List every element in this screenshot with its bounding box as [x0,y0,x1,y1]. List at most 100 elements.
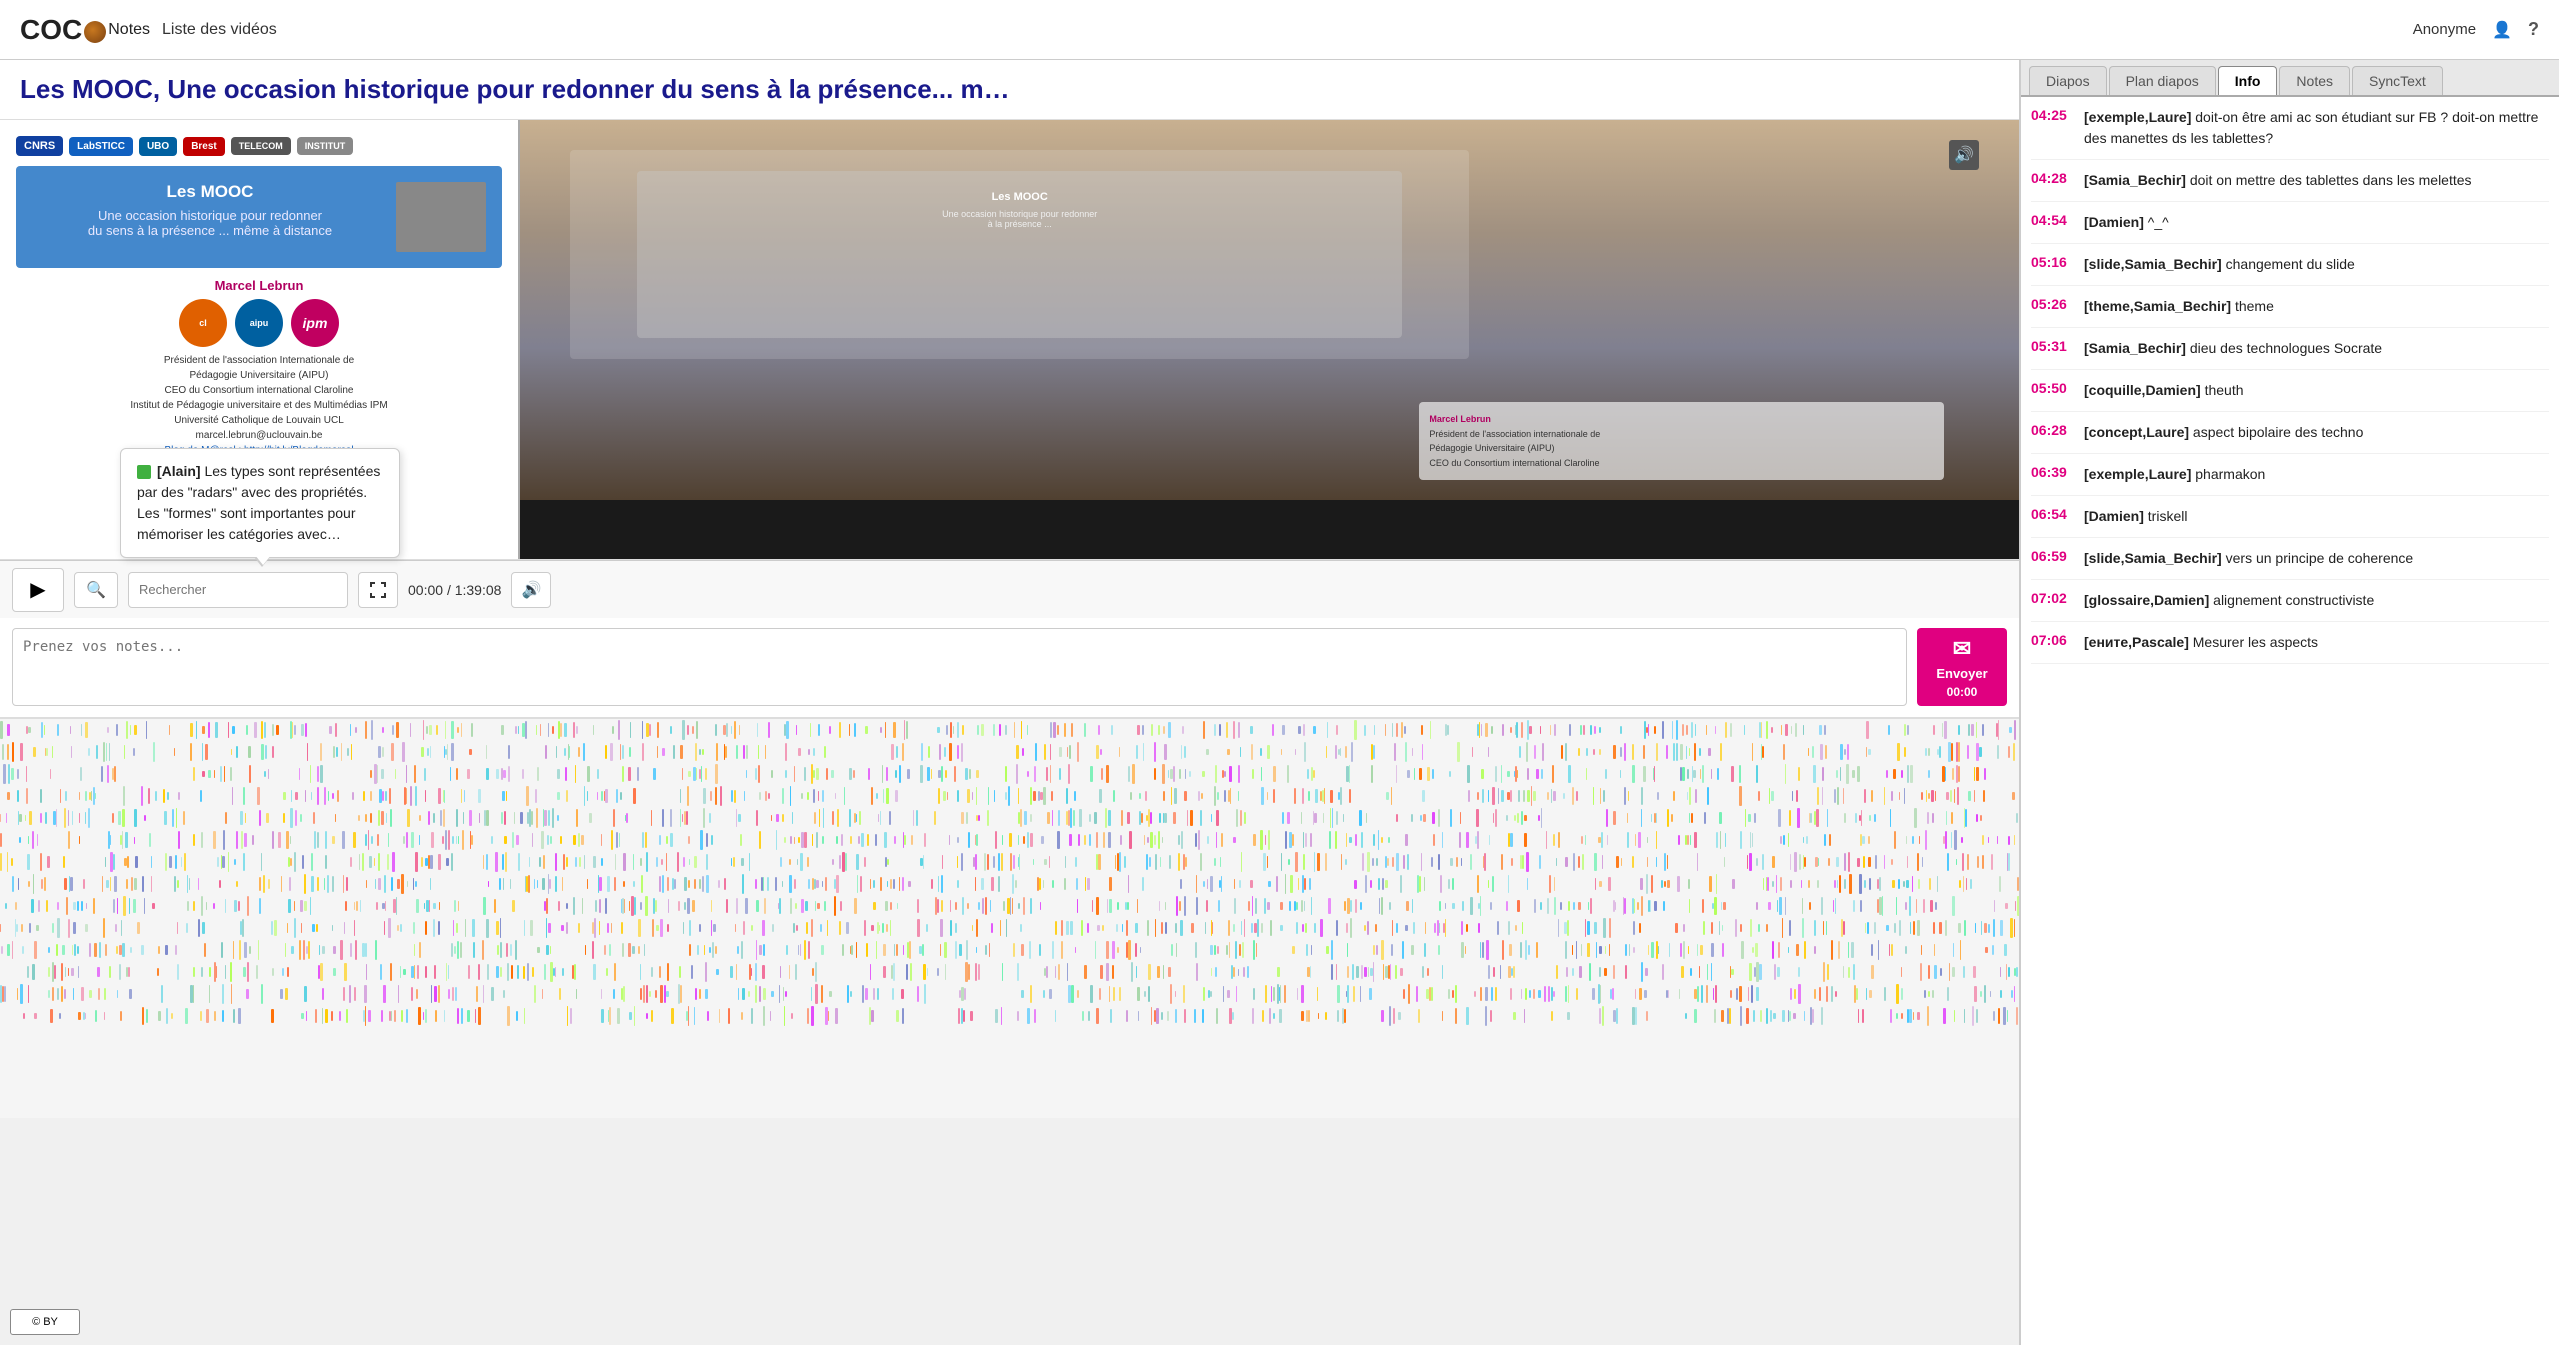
comment-time[interactable]: 05:16 [2031,254,2076,270]
timeline-tick[interactable] [510,944,512,956]
timeline-tick[interactable] [7,852,8,871]
timeline-tick[interactable] [573,897,576,915]
timeline-tick[interactable] [1096,832,1098,849]
timeline-tick[interactable] [1985,947,1988,954]
timeline-tick[interactable] [856,854,859,871]
timeline-tick[interactable] [1954,789,1955,802]
timeline-tick[interactable] [1407,770,1410,778]
timeline-tick[interactable] [1762,746,1764,757]
timeline-tick[interactable] [1029,941,1032,960]
timeline-tick[interactable] [79,792,80,800]
timeline-tick[interactable] [385,901,386,912]
timeline-tick[interactable] [382,791,385,801]
timeline-tick[interactable] [798,748,801,757]
timeline-tick[interactable] [1340,787,1343,805]
timeline-tick[interactable] [941,900,943,913]
timeline-tick[interactable] [865,726,868,734]
timeline-tick[interactable] [1904,788,1905,804]
timeline-tick[interactable] [125,832,128,847]
timeline-tick[interactable] [272,724,275,736]
timeline-tick[interactable] [106,880,109,889]
timeline-tick[interactable] [1527,790,1530,801]
timeline-tick[interactable] [1868,749,1871,756]
timeline-tick[interactable] [1247,966,1248,978]
timeline-tick[interactable] [1797,808,1800,828]
timeline-tick[interactable] [1688,946,1689,954]
timeline-tick[interactable] [175,945,177,956]
comment-time[interactable]: 06:39 [2031,464,2076,480]
timeline-tick[interactable] [340,940,343,960]
timeline-tick[interactable] [1752,833,1753,848]
timeline-tick[interactable] [578,923,580,932]
timeline-tick[interactable] [174,876,177,893]
timeline-tick[interactable] [1686,725,1687,735]
timeline-tick[interactable] [1624,898,1626,915]
timeline-tick[interactable] [1890,1009,1891,1023]
timeline-tick[interactable] [578,833,581,847]
timeline-tick[interactable] [1928,793,1930,799]
timeline-tick[interactable] [70,877,73,891]
timeline-tick[interactable] [813,789,815,804]
timeline-tick[interactable] [417,965,418,979]
timeline-tick[interactable] [1586,748,1588,755]
timeline-tick[interactable] [461,789,462,803]
timeline-tick[interactable] [116,724,118,736]
timeline-tick[interactable] [1901,770,1902,779]
timeline-tick[interactable] [246,989,249,998]
timeline-tick[interactable] [895,770,898,778]
timeline-tick[interactable] [41,722,44,737]
timeline-tick[interactable] [1646,874,1649,894]
timeline-tick[interactable] [1376,945,1379,955]
timeline-tick[interactable] [765,791,766,802]
timeline-tick[interactable] [1092,900,1094,912]
timeline-tick[interactable] [1214,858,1216,866]
timeline-tick[interactable] [1837,880,1838,889]
timeline-tick[interactable] [1150,832,1153,848]
timeline-tick[interactable] [742,874,744,894]
timeline-tick[interactable] [1064,878,1066,889]
timeline-tick[interactable] [743,745,746,759]
timeline-tick[interactable] [520,812,523,823]
timeline-tick[interactable] [1239,944,1242,956]
timeline-tick[interactable] [1779,897,1782,914]
timeline-tick[interactable] [1672,721,1673,739]
timeline-tick[interactable] [1432,769,1435,778]
timeline-tick[interactable] [624,899,625,914]
timeline-tick[interactable] [486,919,489,938]
timeline-tick[interactable] [105,944,106,956]
timeline-tick[interactable] [184,853,186,870]
timeline-tick[interactable] [728,1008,730,1023]
timeline-tick[interactable] [1851,942,1854,959]
timeline-tick[interactable] [439,902,441,910]
timeline-tick[interactable] [537,767,539,781]
timeline-tick[interactable] [236,746,238,758]
timeline-tick[interactable] [1788,947,1789,954]
timeline-tick[interactable] [514,812,515,824]
timeline-tick[interactable] [312,924,315,933]
timeline-tick[interactable] [1480,987,1483,1001]
timeline-tick[interactable] [1171,787,1172,806]
timeline-tick[interactable] [2004,944,2007,956]
timeline-tick[interactable] [562,877,563,891]
timeline-tick[interactable] [1058,964,1061,979]
timeline-tick[interactable] [205,744,208,760]
timeline-tick[interactable] [110,835,111,845]
timeline-tick[interactable] [1689,813,1690,822]
timeline-tick[interactable] [391,743,394,761]
timeline-tick[interactable] [1573,853,1574,872]
timeline-tick[interactable] [1142,725,1143,736]
timeline-tick[interactable] [304,901,307,911]
timeline-tick[interactable] [757,723,758,738]
timeline-tick[interactable] [582,898,583,914]
timeline-tick[interactable] [1160,857,1161,867]
timeline-tick[interactable] [511,965,514,978]
timeline-tick[interactable] [839,921,840,936]
timeline-tick[interactable] [1411,945,1414,955]
timeline-tick[interactable] [1879,877,1881,891]
timeline-tick[interactable] [421,747,424,757]
timeline-tick[interactable] [825,877,827,890]
timeline-tick[interactable] [1963,966,1966,977]
timeline-tick[interactable] [1084,723,1087,736]
timeline-tick[interactable] [1406,901,1409,912]
timeline-tick[interactable] [496,966,499,979]
